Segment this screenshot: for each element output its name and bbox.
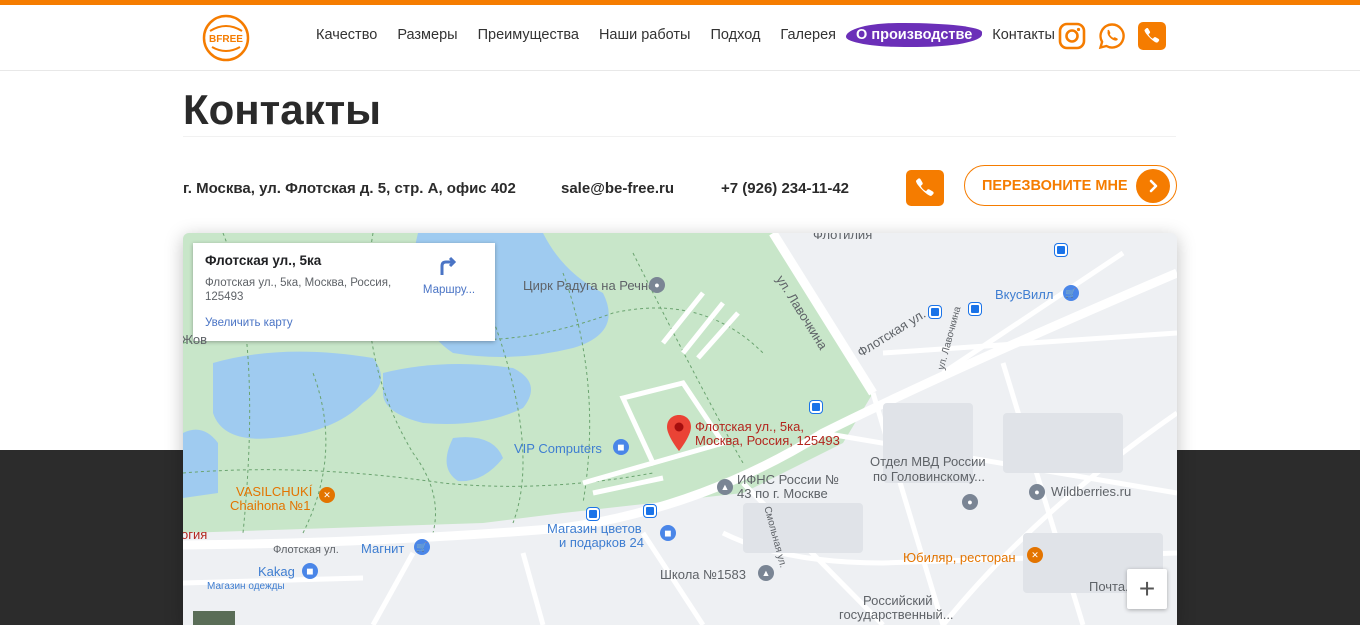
nav-item-quality[interactable]: Качество: [306, 23, 387, 47]
bus-stop-icon[interactable]: [1055, 244, 1067, 256]
divider: [183, 136, 1176, 137]
map-label-vkusvill: ВкусВилл: [995, 287, 1054, 302]
phone-icon: [915, 178, 934, 196]
nav-item-production[interactable]: О производстве: [846, 23, 983, 47]
map-label-street: Флотская ул.: [273, 544, 339, 556]
call-button[interactable]: [906, 170, 944, 206]
chevron-right-icon: [1136, 169, 1170, 203]
map-label-uni-2: государственный...: [839, 607, 954, 622]
shopping-bag-icon[interactable]: ◼: [302, 563, 318, 579]
directions-label: Маршру...: [422, 284, 476, 296]
map-label-flowers-2: и подарков 24: [559, 535, 644, 550]
map-label-magnit: Магнит: [361, 541, 405, 556]
place-address: Флотская ул., 5ка, Москва, Россия, 12549…: [205, 277, 392, 303]
site-header: BFREE Качество Размеры Преимущества Наши…: [0, 5, 1360, 71]
shopping-cart-icon[interactable]: 🛒: [414, 539, 430, 555]
map-info-card: Флотская ул., 5ка Флотская ул., 5ка, Мос…: [193, 243, 495, 341]
directions-icon: [440, 256, 457, 275]
marker-label-line1: Флотская ул., 5ка,: [695, 419, 804, 434]
callback-button[interactable]: ПЕРЕЗВОНИТЕ МНЕ: [964, 165, 1177, 206]
phone-icon[interactable]: [1138, 22, 1166, 50]
brand-logo[interactable]: BFREE: [198, 13, 254, 63]
nav-item-works[interactable]: Наши работы: [589, 23, 701, 47]
map-label-mvd-1: Отдел МВД России: [870, 454, 986, 469]
map-label-vasil-1: VASILCHUKÍ: [236, 484, 313, 499]
satellite-toggle[interactable]: [193, 611, 235, 625]
bus-stop-icon[interactable]: [587, 508, 599, 520]
directions-button[interactable]: Маршру...: [419, 255, 479, 296]
place-pin-icon[interactable]: ●: [1029, 484, 1045, 500]
nav-item-contacts[interactable]: Контакты: [982, 23, 1065, 47]
instagram-icon[interactable]: [1058, 22, 1086, 50]
nav-item-sizes[interactable]: Размеры: [387, 23, 467, 47]
nav-item-gallery[interactable]: Галерея: [770, 23, 846, 47]
place-pin-icon[interactable]: ●: [649, 277, 665, 293]
map-label-vasil-2: Chaihona №1: [230, 498, 311, 513]
school-icon[interactable]: ▲: [758, 565, 774, 581]
bus-stop-icon[interactable]: [929, 306, 941, 318]
map-label-wildberries: Wildberries.ru: [1051, 484, 1132, 499]
restaurant-icon[interactable]: ✕: [1027, 547, 1043, 563]
bus-stop-icon[interactable]: [810, 401, 822, 413]
zoom-in-button[interactable]: +: [1127, 569, 1167, 609]
map-label-kakag: Kakag: [258, 564, 295, 579]
map-label-ifns-2: 43 по г. Москве: [737, 486, 828, 501]
whatsapp-icon[interactable]: [1098, 22, 1126, 50]
nav-item-advantages[interactable]: Преимущества: [468, 23, 589, 47]
google-map[interactable]: Флотская ул., 5ка Флотская ул., 5ка, Мос…: [183, 233, 1177, 625]
page-title: Контакты: [183, 86, 382, 133]
map-label-ifns-1: ИФНС России №: [737, 472, 840, 487]
restaurant-icon[interactable]: ✕: [319, 487, 335, 503]
map-label-flowers-1: Магазин цветов: [547, 521, 642, 536]
shopping-bag-icon[interactable]: ◼: [613, 439, 629, 455]
social-links: [1058, 22, 1166, 50]
map-label-circus: Цирк Радуга на Речном: [523, 278, 665, 293]
callback-label: ПЕРЕЗВОНИТЕ МНЕ: [982, 177, 1128, 194]
shopping-bag-icon[interactable]: ◼: [660, 525, 676, 541]
contact-phone[interactable]: +7 (926) 234-11-42: [721, 180, 849, 197]
bus-stop-icon[interactable]: [969, 303, 981, 315]
marker-label-line2: Москва, Россия, 125493: [695, 433, 840, 448]
enlarge-map-link[interactable]: Увеличить карту: [205, 317, 483, 329]
svg-text:BFREE: BFREE: [209, 34, 243, 45]
place-pin-icon[interactable]: ●: [962, 494, 978, 510]
map-label: Флотилия: [813, 233, 873, 242]
location-marker-icon[interactable]: [667, 415, 691, 451]
bus-stop-icon[interactable]: [644, 505, 656, 517]
nav-item-approach[interactable]: Подход: [700, 23, 770, 47]
map-label-kakag-sub: Магазин одежды: [207, 581, 285, 592]
contact-address: г. Москва, ул. Флотская д. 5, стр. А, оф…: [183, 180, 516, 197]
map-label-school: Школа №1583: [660, 567, 746, 582]
map-label: огия: [183, 527, 208, 542]
map-label-yubilyar: Юбиляр, ресторан: [903, 550, 1016, 565]
government-icon[interactable]: ▲: [717, 479, 733, 495]
main-nav: Качество Размеры Преимущества Наши работ…: [306, 23, 1065, 47]
contact-email[interactable]: sale@be-free.ru: [561, 180, 674, 197]
shopping-cart-icon[interactable]: 🛒: [1063, 285, 1079, 301]
map-label: Жов: [183, 332, 207, 347]
map-label-uni-1: Российский: [863, 593, 933, 608]
map-label-vip: VIP Computers: [514, 441, 602, 456]
map-label-mvd-2: по Головинскому...: [873, 469, 985, 484]
